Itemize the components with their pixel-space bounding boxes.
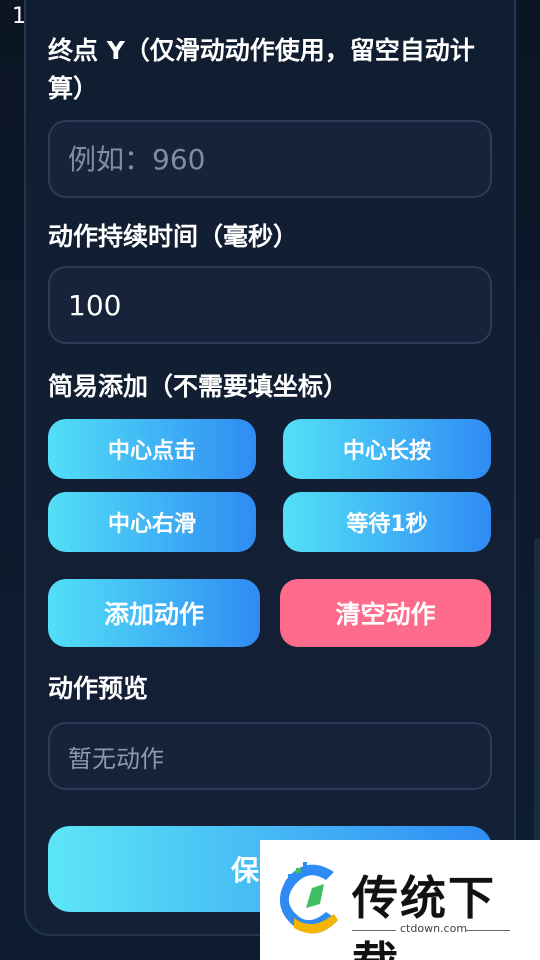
center-click-button[interactable]: 中心点击 — [48, 419, 256, 479]
add-action-button[interactable]: 添加动作 — [48, 579, 260, 647]
duration-value[interactable]: 100 — [68, 289, 121, 322]
end-y-label: 终点 Y（仅滑动动作使用，留空自动计算） — [48, 36, 475, 103]
action-preview: 暂无动作 — [48, 722, 492, 790]
watermark-divider-right — [466, 930, 510, 931]
preview-label: 动作预览 — [48, 674, 149, 703]
duration-label: 动作持续时间（毫秒） — [48, 222, 299, 251]
end-y-field[interactable] — [48, 120, 492, 198]
end-y-input[interactable] — [68, 142, 490, 176]
save-button-label: 保 — [230, 854, 259, 887]
preview-empty-text: 暂无动作 — [68, 744, 164, 773]
watermark-logo-icon — [279, 862, 338, 934]
clear-actions-button[interactable]: 清空动作 — [280, 579, 491, 647]
center-swipe-right-button[interactable]: 中心右滑 — [48, 492, 256, 552]
watermark-url: ctdown.com — [400, 922, 468, 935]
watermark-divider-left — [352, 930, 396, 931]
watermark-text: 传统下载 — [352, 871, 496, 960]
watermark: 传统下载 ctdown.com — [260, 840, 540, 960]
quick-add-label: 简易添加（不需要填坐标） — [48, 372, 349, 401]
duration-field[interactable]: 100 — [48, 266, 492, 344]
center-long-press-button[interactable]: 中心长按 — [283, 419, 491, 479]
wait-1s-button[interactable]: 等待1秒 — [283, 492, 491, 552]
